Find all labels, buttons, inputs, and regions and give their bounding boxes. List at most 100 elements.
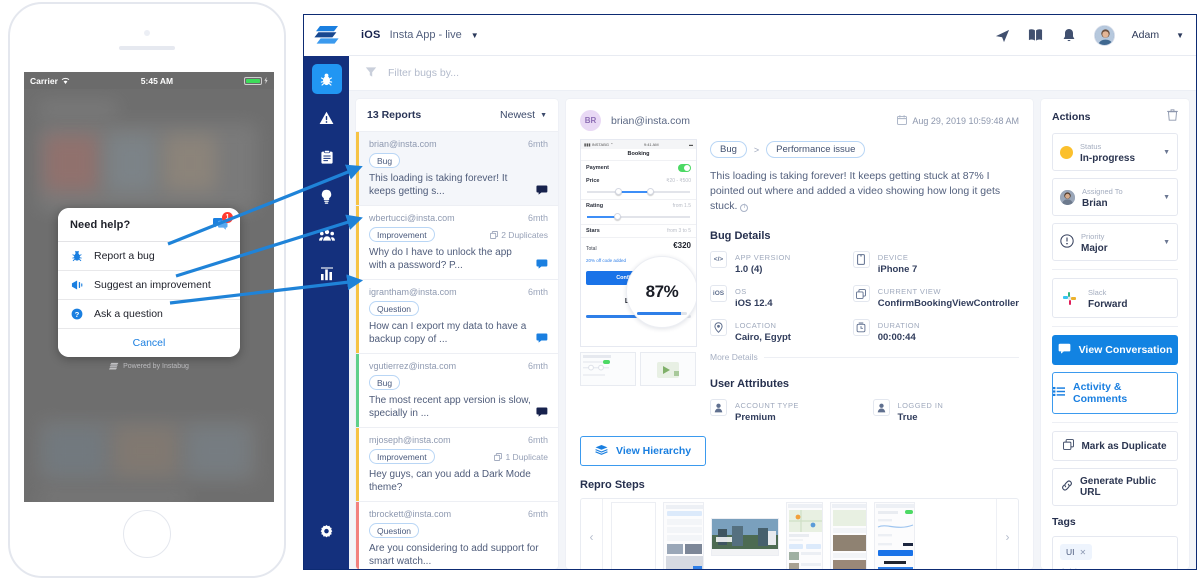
detail-location: LOCATIONCairo, Egypt [710,319,837,343]
add-tag-input[interactable]: Add a tag [1060,567,1170,570]
need-help-dialog[interactable]: Need help? 1 Report a bug [58,208,240,357]
sidebar-item-settings[interactable] [312,516,342,546]
carousel-next-button[interactable]: › [996,499,1018,569]
reporter-avatar: BR [580,110,601,131]
generate-public-url-button[interactable]: Generate Public URL [1052,468,1178,506]
sidebar-item-feature-requests[interactable] [312,181,342,211]
status-value: In-progress [1080,153,1156,164]
list-item[interactable]: brian@insta.com6mthBugThis loading is ta… [356,132,558,206]
dialog-item-ask-question[interactable]: ? Ask a question [58,300,240,329]
user-menu-caret-icon[interactable]: ▼ [1176,31,1184,40]
chevron-down-icon[interactable]: ▼ [471,31,479,40]
repro-shot[interactable] [786,502,823,569]
more-details-label[interactable]: More Details [710,352,758,362]
rating-slider[interactable] [587,212,690,221]
chevron-down-icon: ▼ [540,112,547,119]
list-item[interactable]: vgutierrez@insta.com6mthBugThe most rece… [356,354,558,428]
report-age: 6mth [528,435,548,445]
report-chat-icon[interactable] [536,333,548,346]
priority-dropdown[interactable]: Priority Major ▼ [1052,223,1178,261]
repro-shot[interactable] [711,518,779,556]
repro-steps-carousel[interactable]: ‹ [580,498,1019,569]
kv-label: OS [735,287,747,296]
info-icon[interactable]: i [740,204,748,212]
dialog-item-suggest-improvement[interactable]: Suggest an improvement [58,271,240,300]
chat-badge-wrap[interactable]: 1 [213,217,228,233]
repro-shot[interactable] [874,502,915,569]
avatar[interactable] [1094,25,1115,46]
phone-home-button[interactable] [123,510,171,558]
carousel-track [603,499,996,569]
reports-list[interactable]: brian@insta.com6mthBugThis loading is ta… [356,132,558,569]
report-tag: Question [369,301,419,316]
list-item[interactable]: wbertucci@insta.com6mthImprovement2 Dupl… [356,206,558,280]
sidebar-item-analytics[interactable] [312,259,342,289]
repro-shot[interactable] [663,502,704,569]
activity-comments-button[interactable]: Activity & Comments [1052,372,1178,414]
filter-bar[interactable]: Filter bugs by... [349,56,1196,91]
payment-toggle[interactable] [678,164,691,172]
tags-box[interactable]: UI ✕ Add a tag [1052,536,1178,570]
powered-by-label: Powered by Instabug [123,363,189,370]
filter-input-placeholder[interactable]: Filter bugs by... [388,67,459,79]
remove-tag-icon[interactable]: ✕ [1080,548,1087,557]
book-icon[interactable] [1028,27,1044,43]
sidebar-item-crashes[interactable] [312,103,342,133]
report-chat-icon[interactable] [536,407,548,420]
repro-shot[interactable] [611,502,656,569]
dialog-item-report-bug[interactable]: Report a bug [58,242,240,271]
report-type-stripe [356,428,359,501]
attribute-account-type: ACCOUNT TYPEPremium [710,399,857,423]
mark-as-duplicate-button[interactable]: Mark as Duplicate [1052,431,1178,461]
view-hierarchy-button[interactable]: View Hierarchy [580,436,706,466]
attribute-logged-in: LOGGED INTrue [873,399,1020,423]
row-label: Price [586,178,599,184]
bell-icon[interactable] [1061,27,1077,43]
report-text: Hey guys, can you add a Dark Mode theme? [369,468,548,494]
sidebar-item-bugs[interactable] [312,64,342,94]
sidebar-item-surveys[interactable] [312,142,342,172]
kv-label: DEVICE [878,253,909,262]
detail-header: BR brian@insta.com Aug 29, 2019 10:59:48… [566,99,1033,139]
attachment-thumb-video[interactable] [640,352,696,386]
send-icon[interactable] [995,27,1011,43]
screenshot-title: Booking [581,149,696,160]
trash-icon[interactable] [1167,109,1178,124]
more-details-row[interactable]: More Details [710,352,1019,362]
breadcrumb-category[interactable]: Performance issue [766,141,865,158]
report-email: mjoseph@insta.com [369,435,451,445]
breadcrumb-type[interactable]: Bug [710,141,747,158]
instabug-logo[interactable] [304,15,349,56]
report-age: 6mth [528,509,548,519]
attachment-thumb-screenshot[interactable] [580,352,636,386]
wifi-icon [61,77,70,85]
dialog-cancel-button[interactable]: Cancel [58,329,240,357]
breadcrumb[interactable]: Bug > Performance issue [710,141,1019,158]
repro-shot[interactable] [830,502,867,569]
price-slider[interactable] [587,187,690,196]
carousel-prev-button[interactable]: ‹ [581,499,603,569]
reports-sort-dropdown[interactable]: Newest ▼ [500,109,547,121]
assignee-label: Assigned To [1082,187,1123,196]
kv-value: iPhone 7 [878,264,918,275]
report-chat-icon[interactable] [536,185,548,198]
dialog-item-label: Report a bug [94,250,155,262]
list-item[interactable]: mjoseph@insta.com6mthImprovement1 Duplic… [356,428,558,502]
attachment-thumbnails[interactable] [580,352,697,386]
sidebar-item-users[interactable] [312,220,342,250]
assignee-dropdown[interactable]: Assigned To Brian ▼ [1052,178,1178,216]
tag-chip[interactable]: UI ✕ [1060,544,1092,560]
bug-screenshot[interactable]: ▮▮▮ INSTABG ⌃9:41 AM▬ Booking Payment Pr… [580,139,697,423]
report-chat-icon[interactable] [536,259,548,272]
slack-forward-button[interactable]: Slack Forward [1052,278,1178,318]
report-body: vgutierrez@insta.com6mthBugThe most rece… [364,361,548,420]
slack-value: Forward [1088,299,1168,310]
main-content: 13 Reports Newest ▼ brian@insta.com6mthB… [349,91,1196,569]
list-item[interactable]: tbrockett@insta.com6mthQuestionAre you c… [356,502,558,569]
status-dropdown[interactable]: Status In-progress ▼ [1052,133,1178,171]
view-conversation-button[interactable]: View Conversation [1052,335,1178,365]
bug-detail-panel: BR brian@insta.com Aug 29, 2019 10:59:48… [566,99,1033,569]
actions-panel: Actions Status In-progress ▼ Assigned [1041,99,1189,569]
list-item[interactable]: igrantham@insta.com6mthQuestionHow can I… [356,280,558,354]
kv-value: Premium [735,412,776,423]
